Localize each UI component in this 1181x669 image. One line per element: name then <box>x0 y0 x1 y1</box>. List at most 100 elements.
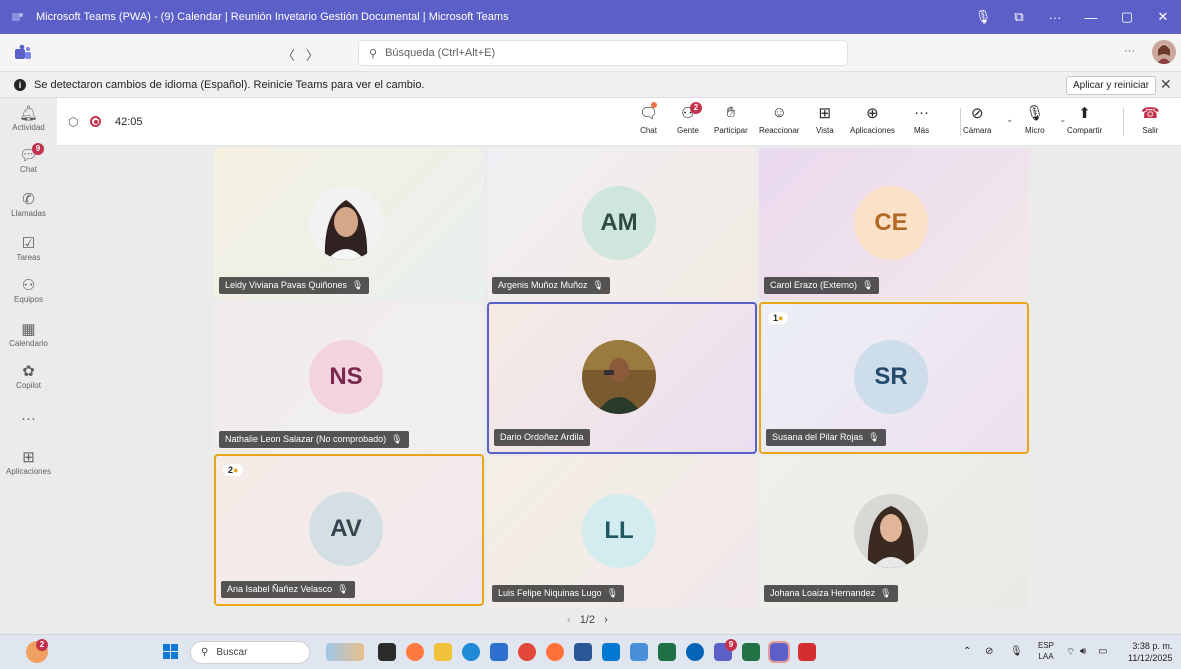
search-placeholder: Búsqueda (Ctrl+Alt+E) <box>385 47 496 59</box>
participant-tile-hand-raised[interactable]: 2● AV Ana Isabel Ñañez Velasco 🎙︎ <box>214 454 484 606</box>
widgets-app-icon[interactable] <box>326 643 364 661</box>
more-button[interactable]: ··· Más <box>914 104 929 135</box>
mail-icon[interactable] <box>602 643 620 661</box>
window-title: Microsoft Teams (PWA) - (9) Calendar | R… <box>36 11 509 23</box>
acrobat-icon[interactable] <box>798 643 816 661</box>
more-icon: ··· <box>914 104 930 121</box>
participant-tile-hand-raised[interactable]: 1● SR Susana del Pilar Rojas 🎙︎ <box>759 302 1029 454</box>
rail-item-calls[interactable]: ✆ Llamadas <box>0 190 57 218</box>
camera-chevron-down-icon[interactable]: ⌄ <box>1006 114 1014 125</box>
participant-tile[interactable]: Leidy Viviana Pavas Quiñones 🎙︎ <box>214 148 484 300</box>
participant-name: Argenis Muñoz Muñoz 🎙︎ <box>492 277 610 294</box>
taskbar-search[interactable]: ⚲ Buscar <box>190 641 310 664</box>
calendar-icon: ▦ <box>21 321 36 338</box>
participant-name: Carol Erazo (Externo) 🎙︎ <box>764 277 880 294</box>
participant-initials: NS <box>309 340 383 414</box>
battery-icon[interactable]: ▭ <box>1098 646 1107 657</box>
active-app-icon[interactable] <box>768 641 790 663</box>
bell-icon: 🔔︎ <box>18 105 39 122</box>
settings-more-button[interactable]: ··· <box>1124 45 1135 57</box>
close-window-button[interactable]: ✕ <box>1145 9 1181 25</box>
excel-icon[interactable] <box>742 643 760 661</box>
firefox-icon[interactable] <box>546 643 564 661</box>
rail-item-apps[interactable]: ⊞ Aplicaciones <box>0 448 57 476</box>
word-icon[interactable] <box>574 643 592 661</box>
next-page-button[interactable]: › <box>604 614 608 626</box>
phone-icon: ✆ <box>22 191 35 208</box>
start-button[interactable] <box>163 644 179 660</box>
user-avatar[interactable] <box>1152 40 1176 64</box>
share-button[interactable]: ⬆ Compartir <box>1067 104 1102 135</box>
app-icon[interactable] <box>658 643 676 661</box>
banner-message: Se detectaron cambios de idioma (Español… <box>34 78 425 91</box>
app-icon[interactable] <box>490 643 508 661</box>
participant-name: Ana Isabel Ñañez Velasco 🎙︎ <box>221 581 355 598</box>
chrome-icon[interactable] <box>518 643 536 661</box>
participant-tile-active-speaker[interactable]: Dario Ordoñez Ardila <box>487 302 757 454</box>
taskbar-clock[interactable]: 3:38 p. m. 11/12/2025 <box>1128 640 1172 664</box>
mic-icon[interactable]: 🎙︎ <box>1010 646 1023 657</box>
cast-icon[interactable]: ⧉ <box>1001 9 1037 25</box>
mic-chevron-down-icon[interactable]: ⌄ <box>1059 114 1067 125</box>
rail-item-teams[interactable]: ⚇ Equipos <box>0 276 57 304</box>
widget-badge: 2 <box>36 639 48 651</box>
apply-restart-button[interactable]: Aplicar y reiniciar <box>1066 76 1157 95</box>
wifi-icon[interactable]: ⌔ <box>1066 646 1075 659</box>
participant-tile[interactable]: AM Argenis Muñoz Muñoz 🎙︎ <box>487 148 757 300</box>
mic-icon[interactable]: 🎙 <box>965 9 1001 25</box>
apps-button[interactable]: ⊕ Aplicaciones <box>850 104 895 135</box>
participant-tile[interactable]: Johana Loaiza Hernandez 🎙︎ <box>759 456 1029 608</box>
onedrive-icon[interactable] <box>686 643 704 661</box>
search-icon: ⚲ <box>369 47 378 60</box>
page-indicator: 1/2 <box>579 614 596 626</box>
prev-page-button[interactable]: ‹ <box>567 614 571 626</box>
participant-tile[interactable]: CE Carol Erazo (Externo) 🎙︎ <box>759 148 1029 300</box>
input-language[interactable]: ESP LAA <box>1038 640 1054 662</box>
copilot-icon: ✿ <box>22 363 35 380</box>
window-title-bar: Microsoft Teams (PWA) - (9) Calendar | R… <box>0 0 1181 34</box>
volume-icon[interactable]: 🔊︎ <box>1080 646 1086 657</box>
rail-item-chat[interactable]: 💬︎ 9 Chat <box>0 143 57 174</box>
edge-icon[interactable] <box>462 643 480 661</box>
more-icon[interactable]: ··· <box>1037 10 1073 25</box>
participant-initials: LL <box>582 494 656 568</box>
participant-photo <box>582 340 656 414</box>
teams-icon: ⚇ <box>21 277 36 294</box>
tray-overflow-icon[interactable]: ⌃ <box>963 646 971 657</box>
people-icon: ⚇ 2 <box>677 102 702 124</box>
rail-item-tasks[interactable]: ☑ Tareas <box>0 234 57 262</box>
window-controls: 🎙 ⧉ ··· — ▢ ✕ <box>965 0 1181 34</box>
react-button[interactable]: ☺ Reaccionar <box>759 104 799 135</box>
rail-item-calendar[interactable]: ▦ Calendario <box>0 320 57 348</box>
recording-icon <box>90 116 101 127</box>
copilot-app-icon[interactable] <box>406 643 424 661</box>
app-icon[interactable] <box>378 643 396 661</box>
camera-button[interactable]: ⊘ Cámara <box>963 104 991 135</box>
rail-item-copilot[interactable]: ✿ Copilot <box>0 362 57 390</box>
participant-name: Susana del Pilar Rojas 🎙︎ <box>766 429 886 446</box>
tray-app-icon[interactable]: ⊘ <box>985 646 993 657</box>
file-explorer-icon[interactable] <box>434 643 452 661</box>
close-banner-button[interactable]: ✕ <box>1160 76 1172 93</box>
nav-back-forward[interactable]: 〈 〉 <box>282 45 319 64</box>
people-badge: 2 <box>690 102 702 114</box>
people-button[interactable]: ⚇ 2 Gente <box>677 102 702 135</box>
rail-item-more[interactable]: ··· <box>0 410 57 428</box>
minimize-button[interactable]: — <box>1073 10 1109 25</box>
mic-button[interactable]: 🎙︎ Micro <box>1025 104 1045 135</box>
raise-hand-button[interactable]: ✋︎ Participar <box>714 104 748 135</box>
participant-tile[interactable]: LL Luis Felipe Niquinas Lugo 🎙︎ <box>487 456 757 608</box>
chat-button[interactable]: 🗨︎ Chat <box>639 102 658 135</box>
search-input[interactable]: ⚲ Búsqueda (Ctrl+Alt+E) <box>358 40 848 66</box>
apps-icon: ⊞ <box>22 449 35 466</box>
photos-icon[interactable] <box>630 643 648 661</box>
participant-tile[interactable]: NS Nathalie Leon Salazar (No comprobado)… <box>214 302 484 454</box>
more-icon: ··· <box>21 410 36 427</box>
teams-logo-icon[interactable] <box>14 44 32 62</box>
rail-item-activity[interactable]: 🔔︎ Actividad <box>0 104 57 132</box>
view-button[interactable]: ⊞ Vista <box>816 104 834 135</box>
raise-hand-icon: ✋︎ <box>726 104 736 121</box>
maximize-button[interactable]: ▢ <box>1109 9 1145 25</box>
share-icon: ⬆ <box>1078 105 1091 122</box>
leave-button[interactable]: ☎︎ Salir <box>1141 104 1160 135</box>
